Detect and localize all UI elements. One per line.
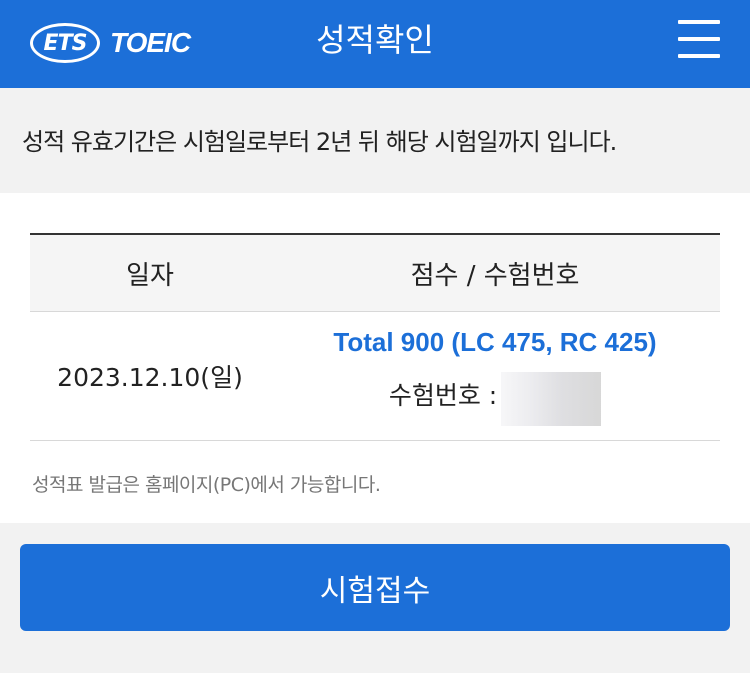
page-title: 성적확인 bbox=[316, 21, 434, 59]
hamburger-menu-icon[interactable] bbox=[678, 18, 720, 60]
top-header: ETS TOEIC 성적확인 bbox=[0, 0, 750, 88]
toeic-logo-text: TOEIC bbox=[110, 27, 191, 58]
print-notice: 성적표 발급은 홈페이지(PC)에서 가능합니다. bbox=[32, 474, 381, 496]
score-content: 일자 점수 / 수험번호 2023.12.10(일) Total 900 (LC… bbox=[0, 193, 750, 523]
exam-date: 2023.12.10(일) bbox=[57, 363, 243, 392]
validity-notice: 성적 유효기간은 시험일로부터 2년 뒤 해당 시험일까지 입니다. bbox=[0, 88, 750, 193]
column-header-score: 점수 / 수험번호 bbox=[410, 260, 580, 291]
ets-toeic-logo[interactable]: ETS TOEIC bbox=[30, 18, 191, 68]
exam-number: 수험번호 : bbox=[270, 362, 720, 426]
ets-logo-mark: ETS bbox=[30, 23, 100, 63]
apply-exam-button[interactable]: 시험접수 bbox=[20, 544, 730, 631]
column-header-date: 일자 bbox=[126, 260, 174, 291]
score-table: 일자 점수 / 수험번호 2023.12.10(일) Total 900 (LC… bbox=[30, 233, 720, 441]
table-header: 일자 점수 / 수험번호 bbox=[30, 233, 720, 312]
exam-number-label: 수험번호 : bbox=[388, 380, 498, 410]
exam-number-redacted bbox=[501, 371, 602, 426]
total-score-link[interactable]: Total 900 (LC 475, RC 425) bbox=[270, 327, 720, 358]
score-cell: Total 900 (LC 475, RC 425) 수험번호 : bbox=[270, 327, 720, 426]
table-row: 2023.12.10(일) Total 900 (LC 475, RC 425)… bbox=[30, 312, 720, 441]
